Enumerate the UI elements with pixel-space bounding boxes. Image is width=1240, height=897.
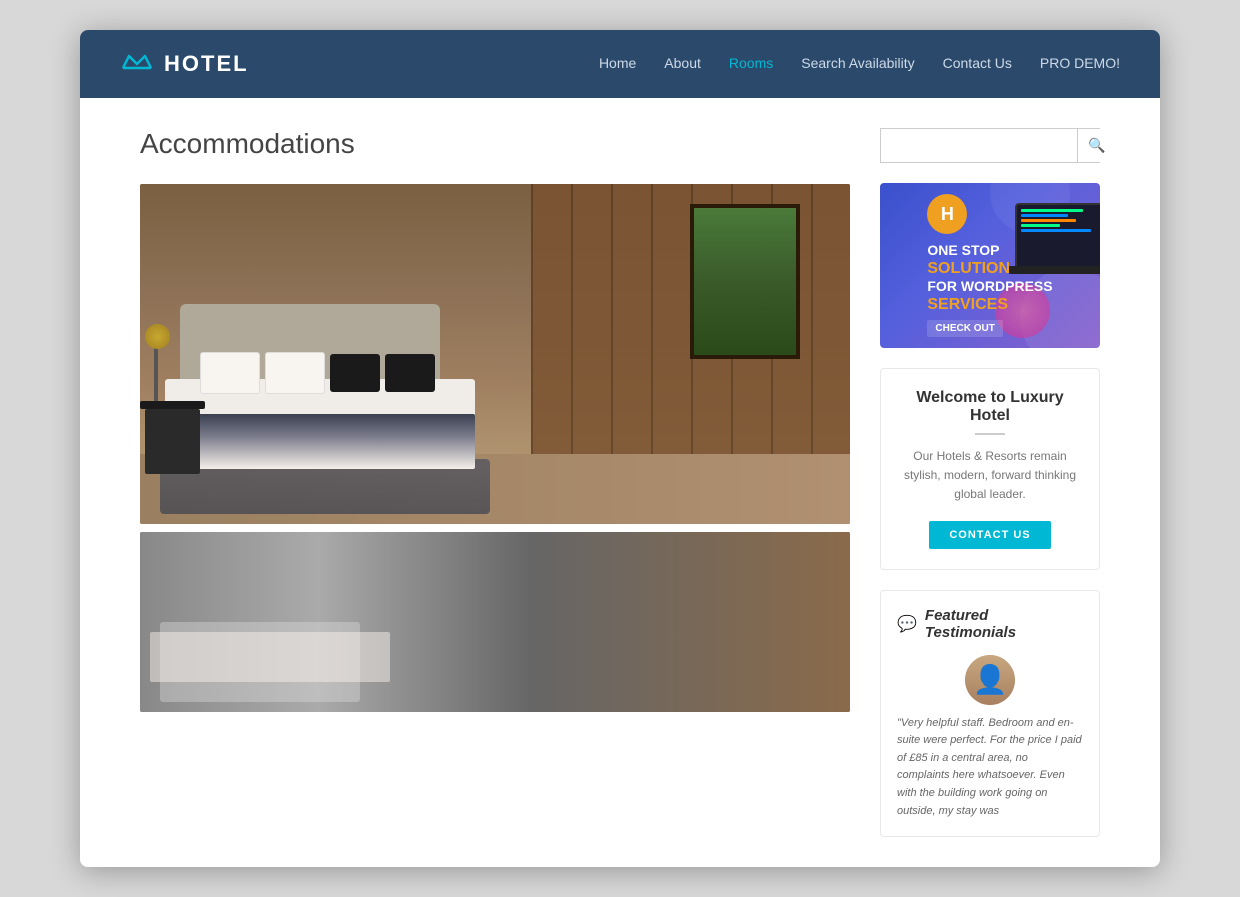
avatar-image — [965, 655, 1015, 705]
navbar: HOTEL Home About Rooms Search Availabili… — [80, 30, 1160, 98]
sidebar: 🔍 H ONE STOP SOLUTION FOR WORDPRESS SERV… — [880, 128, 1100, 837]
search-button[interactable]: 🔍 — [1077, 129, 1115, 162]
main-nav: Home About Rooms Search Availability Con… — [599, 55, 1120, 73]
brand-icon — [120, 48, 154, 81]
welcome-body: Our Hotels & Resorts remain stylish, mod… — [897, 447, 1083, 505]
ad-line4: SERVICES — [927, 295, 1052, 314]
room-photo-1 — [140, 184, 850, 524]
nav-about-link[interactable]: About — [664, 55, 701, 71]
nav-about[interactable]: About — [664, 55, 701, 73]
welcome-title: Welcome to Luxury Hotel — [897, 389, 1083, 425]
welcome-divider — [975, 433, 1005, 435]
testimonial-avatar — [965, 655, 1015, 705]
room-image-card-2[interactable] — [140, 532, 850, 712]
nav-search-link[interactable]: Search Availability — [801, 55, 914, 71]
nav-home[interactable]: Home — [599, 55, 636, 73]
search-icon: 🔍 — [1088, 137, 1105, 153]
nav-home-link[interactable]: Home — [599, 55, 636, 71]
ad-checkout-button[interactable]: CHECK OUT — [927, 320, 1002, 337]
welcome-card: Welcome to Luxury Hotel Our Hotels & Res… — [880, 368, 1100, 570]
nav-pro-demo-link[interactable]: PRO DEMO! — [1040, 55, 1120, 71]
brand-name: HOTEL — [164, 51, 249, 77]
nav-rooms[interactable]: Rooms — [729, 55, 773, 73]
brand-logo[interactable]: HOTEL — [120, 48, 599, 81]
nav-contact[interactable]: Contact Us — [943, 55, 1012, 73]
ad-line2: SOLUTION — [927, 259, 1052, 278]
main-column: Accommodations — [140, 128, 850, 837]
search-input[interactable] — [881, 129, 1077, 162]
room-image-card-1[interactable] — [140, 184, 850, 524]
ad-banner[interactable]: H ONE STOP SOLUTION FOR WORDPRESS SERVIC… — [880, 183, 1100, 348]
ad-content: H ONE STOP SOLUTION FOR WORDPRESS SERVIC… — [911, 183, 1068, 348]
search-box: 🔍 — [880, 128, 1100, 163]
browser-window: HOTEL Home About Rooms Search Availabili… — [80, 30, 1160, 867]
nav-rooms-link[interactable]: Rooms — [729, 55, 773, 71]
contact-us-button[interactable]: CONTACT US — [929, 521, 1050, 549]
nav-search-availability[interactable]: Search Availability — [801, 55, 914, 73]
page-title: Accommodations — [140, 128, 850, 160]
ad-line1: ONE STOP — [927, 242, 1052, 259]
testimonials-title: Featured Testimonials — [925, 607, 1083, 641]
room-photo-2 — [140, 532, 850, 712]
testimonial-quote: "Very helpful staff. Bedroom and en-suit… — [897, 715, 1083, 821]
nav-pro-demo[interactable]: PRO DEMO! — [1040, 55, 1120, 73]
nav-contact-link[interactable]: Contact Us — [943, 55, 1012, 71]
testimonials-header: 💬 Featured Testimonials — [897, 607, 1083, 641]
ad-line3: FOR WORDPRESS — [927, 278, 1052, 295]
testimonials-card: 💬 Featured Testimonials "Very helpful st… — [880, 590, 1100, 838]
ad-badge: H — [927, 194, 967, 234]
chat-bubble-icon: 💬 — [897, 614, 917, 634]
page-content: Accommodations — [80, 98, 1160, 867]
